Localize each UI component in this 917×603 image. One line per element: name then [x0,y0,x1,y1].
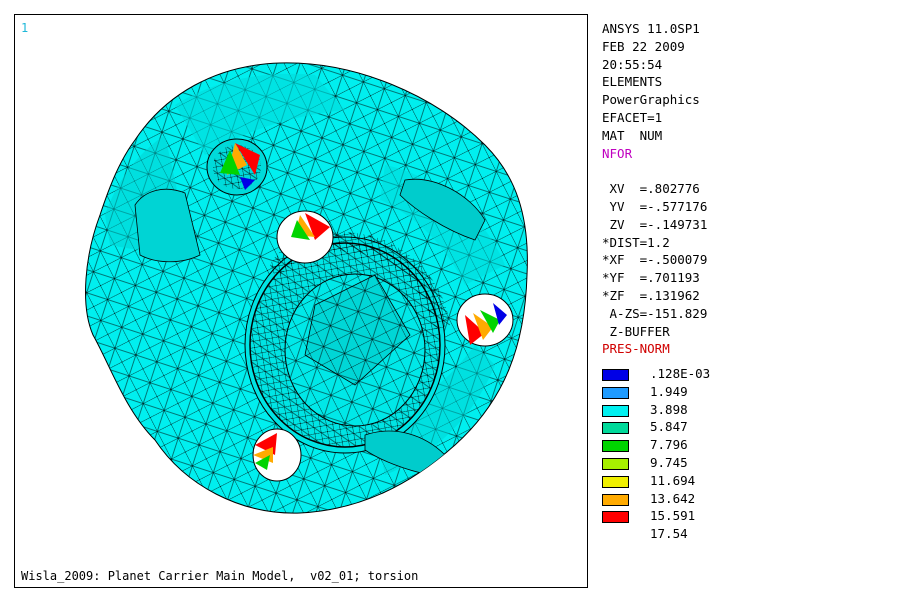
legend-label: 15.591 [650,508,696,524]
legend-swatch [602,457,629,470]
info-panel: ANSYS 11.0SP1 FEB 22 2009 20:55:54 ELEME… [602,20,902,358]
legend-max-label: 17.54 [650,526,688,542]
legend-swatch [602,493,629,506]
view-line: YV =-.577176 [602,198,708,214]
view-line: *XF =-.500079 [602,252,708,268]
legend-swatch [602,511,629,524]
view-line: Z-BUFFER [602,323,670,339]
info-line: ANSYS 11.0SP1 [602,21,700,36]
legend-label: 13.642 [650,490,696,506]
info-line: MAT NUM [602,127,663,143]
nfor-label: NFOR [602,145,633,161]
model-caption: Wisla_2009: Planet Carrier Main Model, v… [21,569,419,583]
legend-label: 1.949 [650,383,688,399]
view-line: ZV =-.149731 [602,216,708,232]
view-line: XV =.802776 [602,181,700,197]
legend-label: 9.745 [650,454,688,470]
planet-carrier-model [85,62,528,514]
bolt-hole-1 [206,138,268,196]
view-line: *ZF =.131962 [602,287,700,303]
window-number: 1 [21,21,29,35]
view-line: *YF =.701193 [602,270,700,286]
info-line: EFACET=1 [602,109,663,125]
view-line: A-ZS=-151.829 [602,305,708,321]
legend-label: 3.898 [650,401,688,417]
bolt-hole-2 [276,210,334,264]
view-line: *DIST=1.2 [602,234,670,250]
info-line: PowerGraphics [602,92,700,108]
legend-label: .128E-03 [650,366,711,381]
legend-label: 5.847 [650,419,688,435]
info-line: 20:55:54 [602,56,663,72]
info-line: ELEMENTS [602,74,663,90]
pres-norm-label: PRES-NORM [602,341,670,357]
info-line: FEB 22 2009 [602,38,685,54]
legend-label: 11.694 [650,472,696,488]
legend-swatch [602,475,629,488]
graphics-viewport[interactable]: 1 Wisla_2009: Planet Carrier Main Model,… [14,14,588,588]
legend-swatch [602,404,629,417]
bolt-hole-3 [456,293,514,347]
legend-swatch [602,440,629,453]
legend-swatch [602,369,629,381]
legend-swatch [602,386,629,399]
bolt-hole-4 [252,428,302,482]
legend-swatch [602,422,629,435]
legend-label: 7.796 [650,437,688,453]
